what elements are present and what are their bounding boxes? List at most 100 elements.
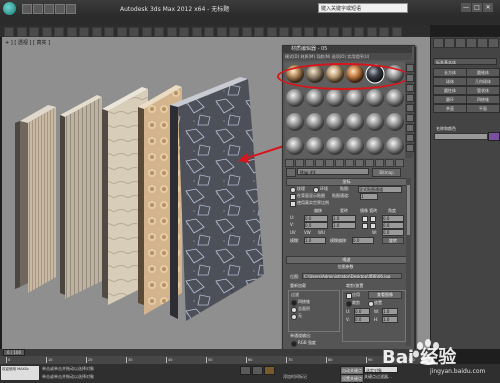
angle-snap-icon[interactable] (229, 27, 239, 37)
vw-radio-label[interactable]: VW (304, 230, 311, 235)
pyramidal-radio[interactable] (291, 300, 297, 306)
sample-option-7-icon[interactable] (406, 134, 414, 142)
no-filter-radio[interactable] (291, 314, 297, 320)
get-material-icon[interactable] (285, 159, 294, 167)
bitmap-rollout-header[interactable]: 位图参数 (286, 264, 405, 270)
v-offset-field[interactable]: 0.0 (304, 222, 328, 229)
object-color-swatch[interactable] (488, 132, 500, 141)
create-9-button[interactable]: 平面 (466, 104, 500, 113)
create-tab-icon[interactable] (433, 38, 444, 48)
mirror-icon[interactable] (279, 27, 289, 37)
create-2-button[interactable]: 球体 (433, 77, 467, 86)
grid-icon[interactable] (264, 366, 275, 375)
unlink-icon[interactable] (41, 27, 52, 37)
go-to-parent-icon[interactable] (385, 159, 394, 167)
u-tiling-field[interactable]: 1.0 (332, 215, 356, 222)
reload-button[interactable]: 重新加载 (290, 283, 306, 289)
make-unique-icon[interactable] (335, 159, 344, 167)
texture-radio[interactable] (290, 187, 296, 193)
v-mirror-checkbox[interactable] (362, 223, 368, 229)
select-manipulate-icon[interactable] (191, 27, 202, 37)
minimize-button[interactable]: — (461, 3, 471, 12)
sample-slot-11[interactable] (386, 89, 404, 107)
create-7-button[interactable]: 四棱锥 (466, 95, 500, 104)
sample-slot-19[interactable] (306, 137, 324, 155)
sample-option-8-icon[interactable] (406, 144, 414, 152)
maximize-button[interactable]: □ (472, 3, 482, 12)
render-icon[interactable] (391, 27, 402, 37)
scale-icon[interactable] (154, 27, 164, 37)
rendered-frame-icon[interactable] (379, 27, 389, 37)
reset-map-icon[interactable] (315, 159, 324, 167)
pick-material-icon[interactable] (286, 168, 296, 177)
go-forward-icon[interactable] (395, 159, 404, 167)
motion-tab-icon[interactable] (466, 38, 477, 48)
modify-tab-icon[interactable] (444, 38, 455, 48)
move-icon[interactable] (129, 27, 139, 37)
graphite-icon[interactable] (316, 27, 327, 37)
rotate-button[interactable]: 旋转 (382, 237, 404, 244)
link-icon[interactable] (29, 27, 39, 37)
pivot-icon[interactable] (179, 27, 189, 37)
crop-w-field[interactable]: 1.0 (382, 308, 398, 315)
sample-slot-8[interactable] (326, 89, 344, 107)
material-editor-icon[interactable] (354, 27, 364, 37)
sample-slot-7[interactable] (306, 89, 324, 107)
crop-h-field[interactable]: 1.0 (382, 316, 398, 323)
sample-slot-20[interactable] (326, 137, 344, 155)
keyboard-shortcut-icon[interactable] (204, 27, 214, 37)
open-file-icon[interactable] (33, 4, 43, 14)
real-world-checkbox[interactable] (290, 201, 296, 207)
window-crossing-icon[interactable] (116, 27, 127, 37)
w-angle-field[interactable]: 0.0 (382, 229, 404, 236)
sample-slot-21[interactable] (346, 137, 364, 155)
redo-icon[interactable] (66, 4, 76, 14)
save-file-icon[interactable] (44, 4, 54, 14)
v-tile-checkbox[interactable] (370, 223, 376, 229)
sample-slot-17[interactable] (386, 113, 404, 131)
object-name-field[interactable] (434, 133, 488, 140)
hierarchy-tab-icon[interactable] (455, 38, 466, 48)
material-editor-scroll-thumb[interactable] (407, 185, 410, 235)
u-mirror-checkbox[interactable] (362, 216, 368, 222)
sample-slot-6[interactable] (286, 89, 304, 107)
sample-slot-10[interactable] (366, 89, 384, 107)
lock-selection-icon[interactable] (240, 366, 251, 375)
sample-option-2-icon[interactable] (406, 84, 414, 92)
utilities-tab-icon[interactable] (488, 38, 499, 48)
sample-slot-23[interactable] (386, 137, 404, 155)
align-icon[interactable] (291, 27, 302, 37)
display-tab-icon[interactable] (477, 38, 488, 48)
blur-field[interactable]: 1.0 (304, 237, 326, 244)
snaps-icon[interactable] (216, 27, 227, 37)
mapping-dropdown[interactable]: 显式贴图通道 (358, 186, 402, 193)
sample-option-5-icon[interactable] (406, 114, 414, 122)
sample-option-1-icon[interactable] (406, 74, 414, 82)
view-image-button[interactable]: 查看图像 (368, 291, 402, 299)
render-setup-icon[interactable] (366, 27, 377, 37)
sample-slot-9[interactable] (346, 89, 364, 107)
absolute-mode-icon[interactable] (252, 366, 263, 375)
set-key-button[interactable]: 设置关键点 (340, 374, 364, 383)
show-map-icon[interactable] (365, 159, 374, 167)
uv-radio-label[interactable]: UV (290, 230, 296, 235)
sample-slot-18[interactable] (286, 137, 304, 155)
wu-radio-label[interactable]: WU (318, 230, 325, 235)
u-angle-field[interactable]: 0.0 (382, 215, 404, 222)
sample-slot-15[interactable] (346, 113, 364, 131)
create-5-button[interactable]: 管状体 (466, 86, 500, 95)
maxscript-listener[interactable]: 欢迎使用 MAXSc (1, 366, 39, 380)
bitmap-path-button[interactable]: C:\Users\Administrator\Desktop\墙面\06.jpg (302, 273, 402, 279)
create-6-button[interactable]: 圆环 (433, 95, 467, 104)
named-selection-icon[interactable] (266, 27, 277, 37)
show-map-back-checkbox[interactable] (290, 194, 296, 200)
sample-option-3-icon[interactable] (406, 94, 414, 102)
curve-editor-icon[interactable] (329, 27, 339, 37)
create-4-button[interactable]: 圆柱体 (433, 86, 467, 95)
select-by-name-icon[interactable] (91, 27, 102, 37)
sample-option-6-icon[interactable] (406, 124, 414, 132)
viewport-label[interactable]: + ] [ 透视 ] [ 真实 ] (5, 39, 50, 46)
create-1-button[interactable]: 圆锥体 (466, 68, 500, 77)
sample-slot-14[interactable] (326, 113, 344, 131)
search-input[interactable]: 键入关键字或短语 (318, 3, 408, 13)
